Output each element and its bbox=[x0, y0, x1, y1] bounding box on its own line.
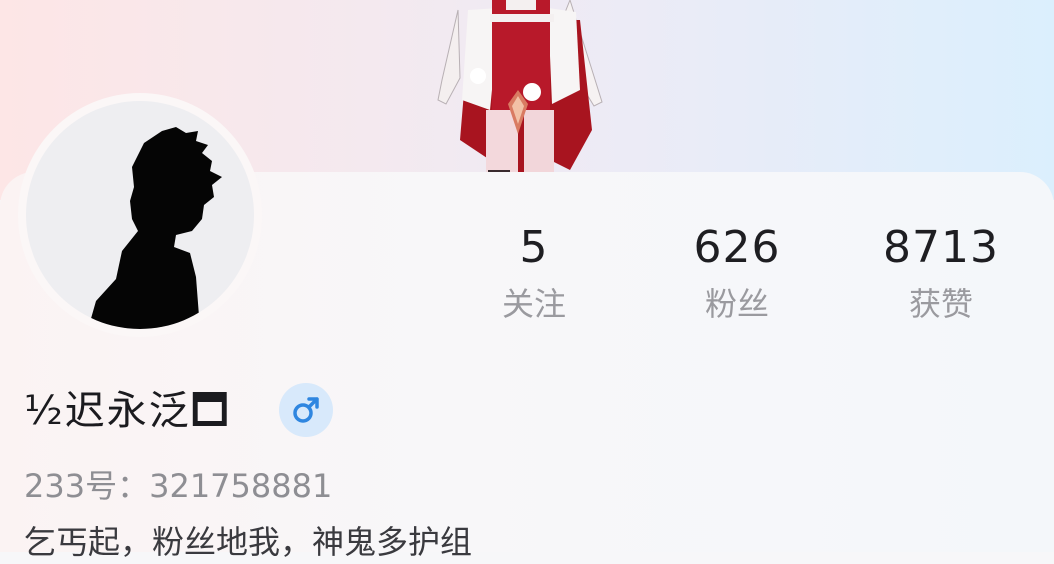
following-count: 5 bbox=[519, 222, 549, 273]
male-icon bbox=[293, 397, 319, 423]
stat-followers[interactable]: 626 粉丝 bbox=[647, 222, 827, 326]
account-id-label: 233号： bbox=[24, 467, 150, 505]
profile-bio: 乞丐起，粉丝地我，神鬼多护组 bbox=[24, 523, 473, 561]
stat-following[interactable]: 5 关注 bbox=[444, 222, 624, 326]
following-label: 关注 bbox=[501, 285, 566, 323]
likes-label: 获赞 bbox=[908, 285, 973, 323]
account-id[interactable]: 233号：321758881 bbox=[24, 464, 332, 508]
followers-label: 粉丝 bbox=[704, 285, 769, 323]
account-id-value: 321758881 bbox=[149, 467, 333, 505]
character-model-image bbox=[437, 0, 603, 180]
username: ½迟永泛🗖 bbox=[24, 388, 231, 434]
followers-count: 626 bbox=[693, 222, 781, 273]
likes-count: 8713 bbox=[883, 222, 999, 273]
silhouette-avatar-image bbox=[88, 127, 222, 329]
gender-badge bbox=[279, 383, 333, 437]
avatar[interactable] bbox=[26, 101, 254, 329]
stat-likes[interactable]: 8713 获赞 bbox=[851, 222, 1031, 326]
